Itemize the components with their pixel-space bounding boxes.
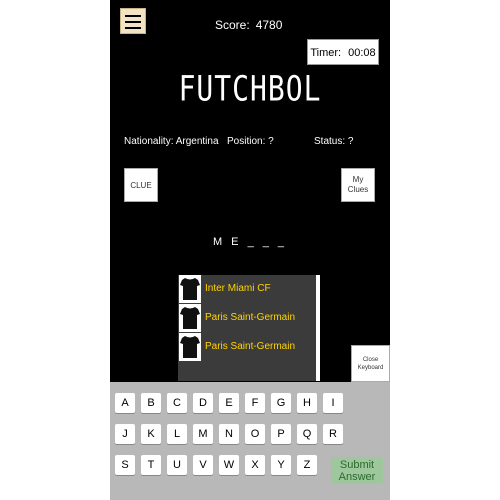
- key-v[interactable]: V: [193, 455, 213, 475]
- key-p[interactable]: P: [271, 424, 291, 444]
- close-keyboard-label-line2: Keyboard: [357, 364, 384, 371]
- key-c[interactable]: C: [167, 393, 187, 413]
- menu-icon: [125, 15, 141, 17]
- clue-button[interactable]: CLUE: [124, 168, 158, 202]
- key-z[interactable]: Z: [297, 455, 317, 475]
- suggestion-item[interactable]: Inter Miami CF: [178, 275, 316, 303]
- suggestion-dropdown: Inter Miami CF Paris Saint-Germain Paris…: [178, 275, 320, 381]
- shirt-icon: [179, 304, 201, 332]
- my-clues-button[interactable]: My Clues: [341, 168, 375, 202]
- menu-icon-bar: [125, 21, 141, 23]
- game-logo: FUTCHBOL: [178, 67, 322, 110]
- letter-keyboard: A B C D E F G H I J K L M N O P Q R S T …: [110, 382, 390, 500]
- shirt-icon: [179, 333, 201, 361]
- timer-label: Timer:: [310, 47, 342, 59]
- submit-label-line1: Submit: [339, 458, 375, 471]
- key-h[interactable]: H: [297, 393, 317, 413]
- key-k[interactable]: K: [141, 424, 161, 444]
- nationality-clue: Nationality: Argentina: [124, 136, 219, 147]
- key-n[interactable]: N: [219, 424, 239, 444]
- position-clue: Position: ?: [227, 136, 274, 147]
- key-f[interactable]: F: [245, 393, 265, 413]
- key-s[interactable]: S: [115, 455, 135, 475]
- score-value: 4780: [255, 18, 283, 32]
- my-clues-label-line1: My: [352, 175, 364, 184]
- suggestion-item[interactable]: Paris Saint-Germain: [178, 304, 316, 332]
- suggestion-team-name: Paris Saint-Germain: [205, 341, 296, 352]
- key-m[interactable]: M: [193, 424, 213, 444]
- score-label: Score:: [215, 18, 250, 32]
- menu-icon-bar: [125, 27, 141, 29]
- key-b[interactable]: B: [141, 393, 161, 413]
- key-y[interactable]: Y: [271, 455, 291, 475]
- submit-label-line2: Answer: [338, 470, 376, 483]
- key-g[interactable]: G: [271, 393, 291, 413]
- dropdown-scrollbar[interactable]: [316, 275, 320, 381]
- my-clues-label-line2: Clues: [347, 185, 369, 194]
- timer-display: Timer: 00:08: [307, 39, 379, 65]
- suggestion-team-name: Inter Miami CF: [205, 283, 271, 294]
- key-t[interactable]: T: [141, 455, 161, 475]
- suggestion-item[interactable]: Paris Saint-Germain: [178, 333, 316, 361]
- key-q[interactable]: Q: [297, 424, 317, 444]
- key-l[interactable]: L: [167, 424, 187, 444]
- timer-value: 00:08: [348, 47, 376, 59]
- key-w[interactable]: W: [219, 455, 239, 475]
- menu-button[interactable]: [120, 8, 146, 34]
- clue-button-label: CLUE: [130, 180, 152, 190]
- key-u[interactable]: U: [167, 455, 187, 475]
- close-keyboard-button[interactable]: Close Keyboard: [351, 345, 390, 382]
- key-j[interactable]: J: [115, 424, 135, 444]
- game-screen: Score: 4780 Timer: 00:08 FUTCHBOL Nationa…: [110, 0, 390, 500]
- status-clue: Status: ?: [314, 136, 354, 147]
- score-display: Score: 4780: [215, 18, 282, 32]
- key-x[interactable]: X: [245, 455, 265, 475]
- key-i[interactable]: I: [323, 393, 343, 413]
- key-d[interactable]: D: [193, 393, 213, 413]
- key-a[interactable]: A: [115, 393, 135, 413]
- key-o[interactable]: O: [245, 424, 265, 444]
- close-keyboard-label-line1: Close: [362, 356, 379, 363]
- key-e[interactable]: E: [219, 393, 239, 413]
- answer-pattern: M E _ _ _: [212, 236, 288, 248]
- shirt-icon: [179, 275, 201, 303]
- suggestion-team-name: Paris Saint-Germain: [205, 312, 296, 323]
- submit-answer-button[interactable]: Submit Answer: [331, 457, 383, 484]
- key-r[interactable]: R: [323, 424, 343, 444]
